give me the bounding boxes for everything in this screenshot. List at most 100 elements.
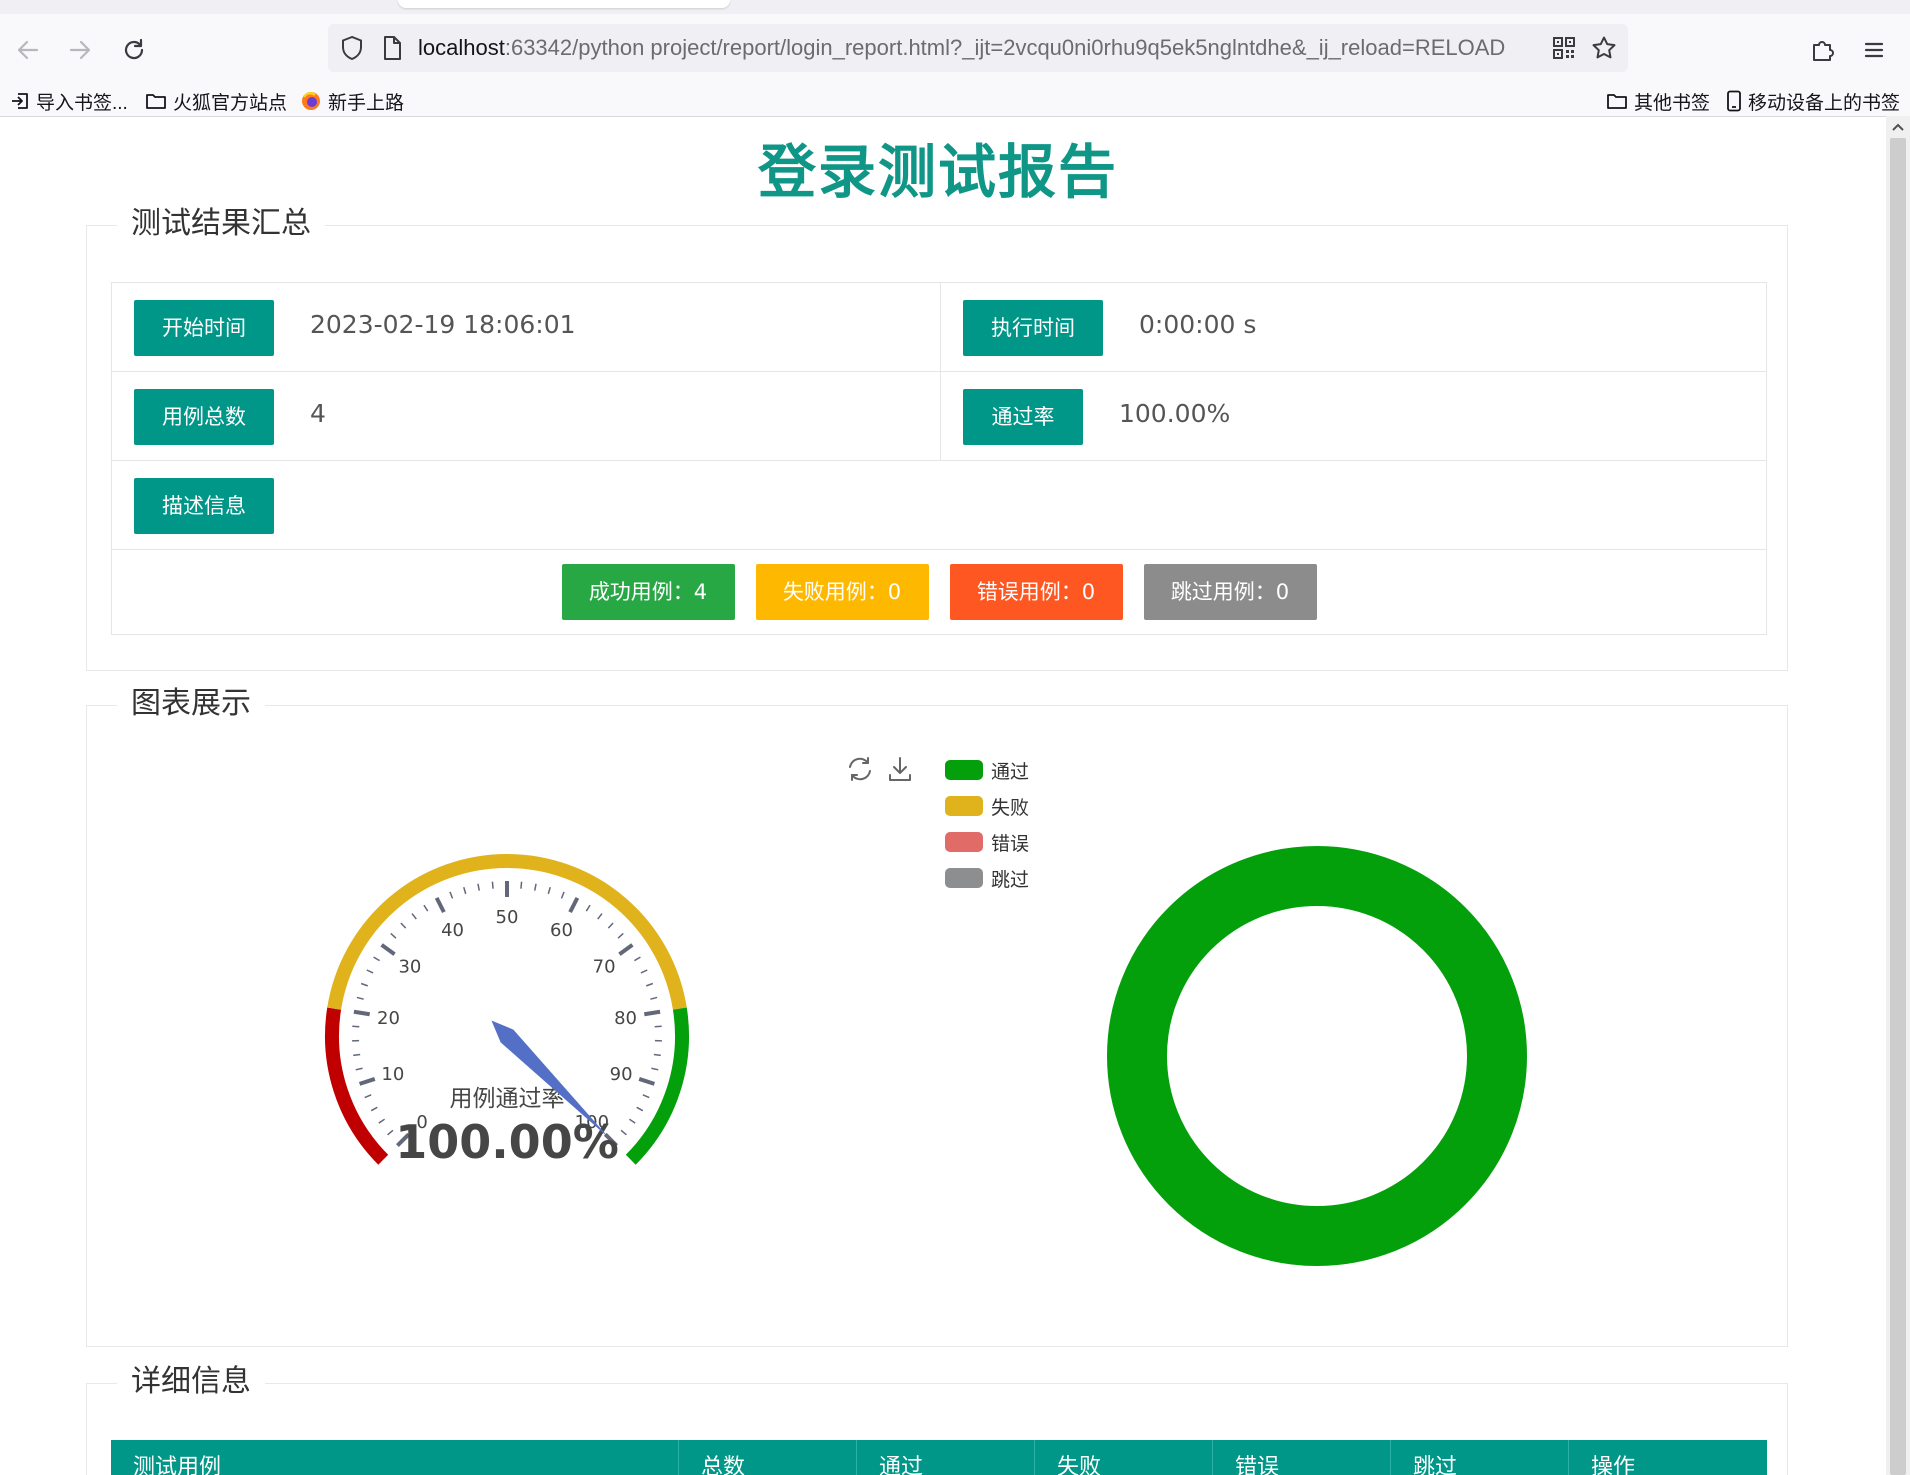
gauge-minor-tick bbox=[366, 969, 374, 974]
skip-count-button[interactable]: 跳过用例：0 bbox=[1143, 564, 1317, 620]
pass-rate-gauge: 0102030405060708090100 用例通过率 100.00% bbox=[325, 854, 689, 1169]
gauge-minor-tick bbox=[634, 956, 641, 962]
error-count-button[interactable]: 错误用例：0 bbox=[949, 564, 1123, 620]
gauge-minor-tick bbox=[373, 956, 380, 962]
legend-item-fail[interactable]: 失败 bbox=[945, 788, 1029, 824]
exec-time-label[interactable]: 执行时间 bbox=[963, 300, 1103, 356]
url-text[interactable]: localhost:63342/python project/report/lo… bbox=[418, 24, 1538, 72]
gauge-tick-label: 80 bbox=[614, 1008, 637, 1029]
detail-table-header: 测试用例 总数 通过 失败 错误 跳过 操作 bbox=[111, 1440, 1767, 1475]
gauge-tick-label: 10 bbox=[381, 1064, 404, 1085]
gauge-minor-tick bbox=[533, 883, 537, 891]
bookmark-label: 移动设备上的书签 bbox=[1748, 92, 1901, 114]
reload-icon bbox=[124, 38, 144, 60]
bookmark-other[interactable]: 其他书签 bbox=[1606, 86, 1710, 116]
bookmark-mobile[interactable]: 移动设备上的书签 bbox=[1726, 86, 1900, 116]
page-scrollbar[interactable] bbox=[1886, 116, 1910, 1475]
gauge-minor-tick bbox=[636, 1106, 644, 1112]
arrow-left-icon bbox=[17, 40, 39, 60]
gauge-title: 用例通过率 bbox=[450, 1086, 565, 1112]
url-host: localhost bbox=[418, 35, 505, 60]
gauge-minor-tick bbox=[364, 1094, 372, 1099]
total-label[interactable]: 用例总数 bbox=[134, 389, 274, 445]
gauge-major-tick bbox=[434, 896, 446, 914]
bookmark-label: 其他书签 bbox=[1634, 92, 1711, 114]
mobile-icon bbox=[1727, 90, 1741, 112]
legend-label: 失败 bbox=[991, 796, 1030, 819]
import-icon bbox=[12, 93, 28, 109]
gauge-minor-tick bbox=[645, 982, 654, 987]
legend-item-pass[interactable]: 通过 bbox=[945, 752, 1029, 788]
result-donut-chart bbox=[1107, 846, 1527, 1266]
start-time-value: 2023-02-19 18:06:01 bbox=[310, 310, 576, 339]
bookmark-label: 新手上路 bbox=[328, 92, 405, 114]
gauge-major-tick bbox=[618, 943, 634, 956]
gauge-minor-tick bbox=[355, 1067, 363, 1071]
legend-swatch bbox=[945, 760, 983, 780]
puzzle-icon bbox=[1813, 41, 1834, 61]
gauge-band bbox=[325, 1007, 389, 1165]
legend-item-error[interactable]: 错误 bbox=[945, 824, 1029, 860]
scroll-up-arrow-icon[interactable] bbox=[1890, 120, 1906, 134]
summary-section: 测试结果汇总 开始时间 2023-02-19 18:06:01 执行时间 0:0… bbox=[86, 202, 1788, 671]
extensions-button[interactable] bbox=[1800, 28, 1844, 72]
report-page: 登录测试报告 测试结果汇总 开始时间 2023-02-19 18:06:01 执… bbox=[0, 117, 1886, 1475]
gauge-minor-tick bbox=[585, 904, 591, 912]
bookmark-label: 导入书签... bbox=[36, 92, 128, 114]
gauge-minor-tick bbox=[378, 1118, 386, 1124]
firefox-icon bbox=[302, 92, 320, 110]
forward-button[interactable] bbox=[58, 28, 102, 72]
legend-swatch bbox=[945, 832, 983, 852]
restore-chart-button[interactable] bbox=[845, 754, 875, 784]
address-bar[interactable]: localhost:63342/python project/report/lo… bbox=[328, 24, 1628, 72]
summary-row: 描述信息 bbox=[112, 461, 1766, 550]
gauge-minor-tick bbox=[423, 904, 429, 912]
save-chart-button[interactable] bbox=[885, 754, 915, 784]
url-path: :63342/python project/report/login_repor… bbox=[504, 35, 1506, 60]
active-tab[interactable] bbox=[398, 0, 730, 8]
gauge-major-tick bbox=[358, 1077, 376, 1086]
star-icon[interactable] bbox=[1590, 34, 1618, 62]
hamburger-icon bbox=[1864, 42, 1884, 58]
gauge-band bbox=[625, 1007, 689, 1165]
gauge-tick-label: 30 bbox=[398, 956, 421, 977]
qr-code-icon[interactable] bbox=[1550, 34, 1578, 62]
bookmarks-toolbar: 导入书签... 火狐官方站点 新手上路 其他书签 移动设备上的书签 bbox=[0, 86, 1910, 117]
description-label[interactable]: 描述信息 bbox=[134, 478, 274, 534]
pass-rate-cell: 通过率 100.00% bbox=[941, 372, 1767, 460]
gauge-minor-tick bbox=[477, 883, 481, 891]
exec-time-value: 0:00:00 s bbox=[1139, 310, 1257, 339]
reload-button[interactable] bbox=[112, 28, 156, 72]
fail-count-button[interactable]: 失败用例：0 bbox=[755, 564, 929, 620]
gauge-tick-label: 50 bbox=[496, 907, 519, 928]
scroll-thumb[interactable] bbox=[1890, 138, 1906, 1475]
column-header: 失败 bbox=[1035, 1440, 1213, 1475]
browser-toolbar: localhost:63342/python project/report/lo… bbox=[0, 14, 1910, 86]
legend-swatch bbox=[945, 868, 983, 888]
gauge-minor-tick bbox=[449, 891, 454, 899]
bookmark-import[interactable]: 导入书签... bbox=[10, 86, 128, 116]
gauge-minor-tick bbox=[651, 1067, 659, 1071]
back-button[interactable] bbox=[6, 28, 50, 72]
gauge-minor-tick bbox=[390, 932, 397, 939]
summary-row: 开始时间 2023-02-19 18:06:01 执行时间 0:00:00 s bbox=[112, 283, 1766, 372]
bookmark-firefox-site[interactable]: 火狐官方站点 bbox=[145, 86, 287, 116]
start-time-label[interactable]: 开始时间 bbox=[134, 300, 274, 356]
page-icon[interactable] bbox=[378, 34, 406, 62]
menu-button[interactable] bbox=[1852, 28, 1896, 72]
total-cell: 用例总数 4 bbox=[112, 372, 941, 460]
gauge-minor-tick bbox=[620, 1129, 627, 1136]
bookmark-label: 火狐官方站点 bbox=[173, 92, 288, 114]
legend-item-skip[interactable]: 跳过 bbox=[945, 860, 1029, 896]
pass-count-button[interactable]: 成功用例：4 bbox=[561, 564, 735, 620]
pass-rate-label[interactable]: 通过率 bbox=[963, 389, 1083, 445]
summary-table: 开始时间 2023-02-19 18:06:01 执行时间 0:00:00 s … bbox=[111, 282, 1767, 635]
gauge-tick-label: 70 bbox=[593, 956, 616, 977]
exec-time-cell: 执行时间 0:00:00 s bbox=[941, 283, 1767, 371]
gauge-minor-tick bbox=[617, 932, 624, 939]
bookmark-getting-started[interactable]: 新手上路 bbox=[300, 86, 404, 116]
section-title: 测试结果汇总 bbox=[117, 202, 325, 246]
shield-icon[interactable] bbox=[338, 34, 366, 62]
gauge-minor-tick bbox=[353, 1053, 361, 1057]
column-header: 总数 bbox=[679, 1440, 857, 1475]
